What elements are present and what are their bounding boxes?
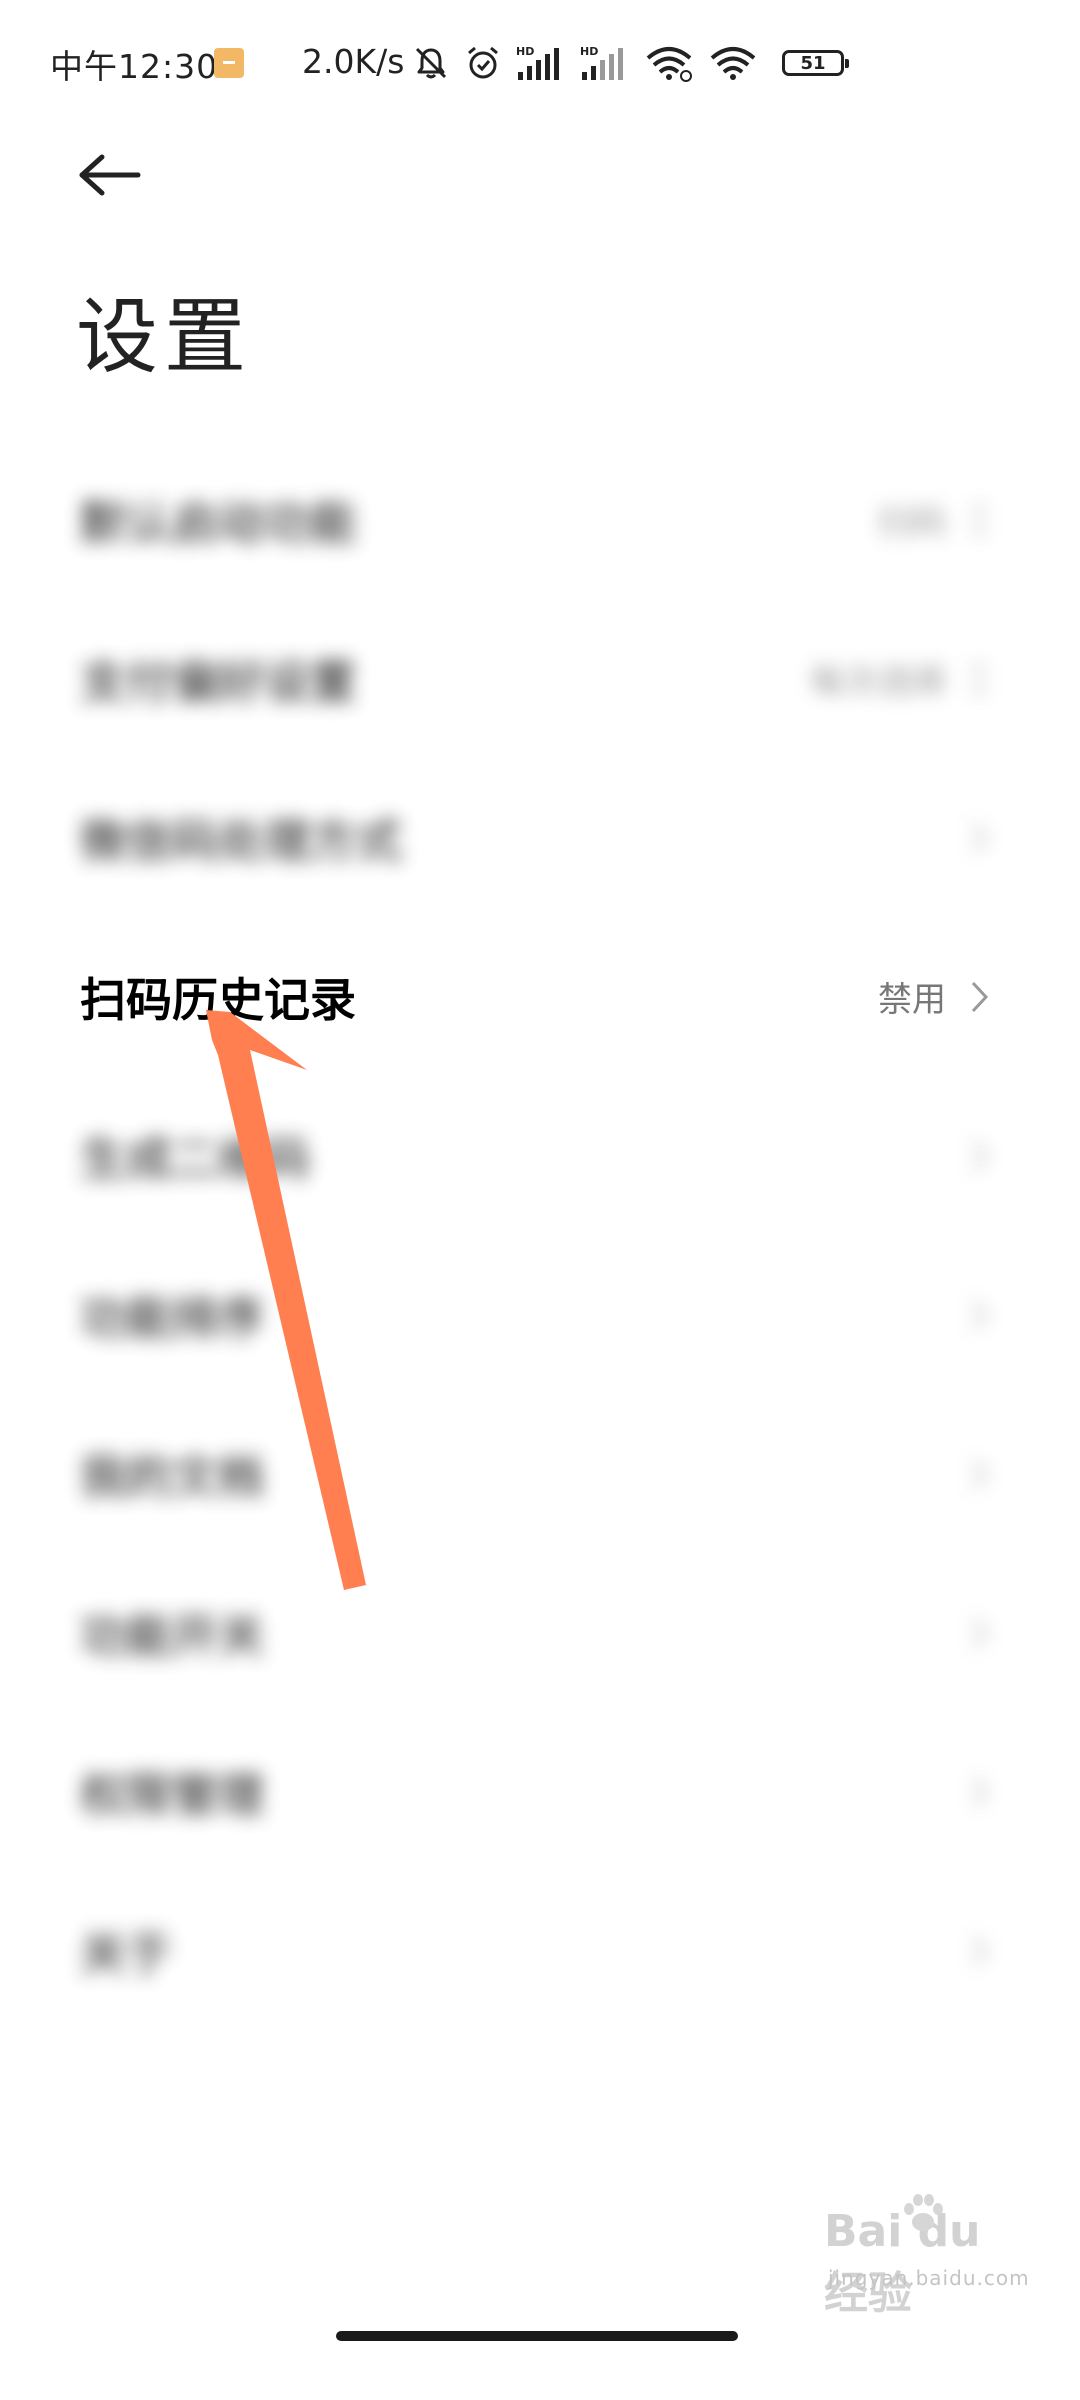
paw-icon (904, 2194, 943, 2231)
signal-hd-icon: HD (580, 45, 623, 80)
page-title: 设置 (76, 290, 253, 385)
setting-label: 我的文档 (80, 1449, 264, 1504)
setting-feature-switch[interactable]: 功能开关 (0, 1553, 1080, 1712)
chevron-right-icon (971, 822, 989, 853)
watermark: Bai du 经验 jingyan.baidu.com (812, 2192, 1032, 2319)
wifi-icon (646, 47, 692, 82)
notification-icon (214, 48, 244, 78)
setting-value: 每次选择 (810, 662, 946, 702)
svg-text:HD: HD (516, 45, 534, 58)
chevron-right-icon (971, 981, 989, 1012)
network-speed: 2.0K/s (302, 42, 405, 81)
chevron-right-icon (971, 1617, 989, 1648)
battery-level: 51 (800, 52, 826, 74)
chevron-right-icon (971, 1935, 989, 1966)
battery-icon: 51 (782, 50, 849, 76)
setting-about[interactable]: 关于 (0, 1871, 1080, 2030)
setting-label: 支付偏好设置 (80, 654, 356, 709)
setting-label: 功能排序 (80, 1290, 264, 1345)
setting-value: 扫码 (878, 503, 946, 543)
svg-text:HD: HD (580, 45, 598, 58)
watermark-url: jingyan.baidu.com (828, 2266, 1030, 2290)
setting-value: 禁用 (878, 980, 946, 1020)
setting-label: 扫码历史记录 (80, 972, 356, 1027)
setting-scan-history[interactable]: 扫码历史记录 禁用 (0, 917, 1080, 1076)
back-arrow-icon (79, 154, 141, 196)
setting-permissions[interactable]: 权限管理 (0, 1712, 1080, 1871)
chevron-right-icon (971, 1458, 989, 1489)
expand-icon (970, 503, 988, 536)
setting-wechat-code[interactable]: 微信码处理方式 (0, 758, 1080, 917)
chevron-right-icon (971, 1776, 989, 1807)
home-indicator[interactable] (336, 2331, 738, 2341)
chevron-right-icon (971, 1299, 989, 1330)
setting-label: 功能开关 (80, 1608, 264, 1663)
setting-label: 微信码处理方式 (80, 813, 402, 868)
status-icons: HD HD 51 (412, 38, 849, 88)
wifi-icon (710, 47, 756, 80)
setting-generate-qr[interactable]: 生成二维码 (0, 1076, 1080, 1235)
setting-my-documents[interactable]: 我的文档 (0, 1394, 1080, 1553)
setting-label: 关于 (80, 1926, 172, 1981)
setting-payment-preference[interactable]: 支付偏好设置 每次选择 (0, 599, 1080, 758)
status-time: 中午12:30 (50, 47, 219, 86)
setting-label: 生成二维码 (80, 1131, 310, 1186)
setting-feature-order[interactable]: 功能排序 (0, 1235, 1080, 1394)
chevron-right-icon (971, 1140, 989, 1171)
back-button[interactable] (72, 140, 148, 210)
setting-label: 权限管理 (80, 1767, 264, 1822)
mute-bell-icon (415, 47, 447, 79)
expand-icon (970, 662, 988, 695)
status-bar: 中午12:30 2.0K/s HD HD 51 (0, 0, 1080, 130)
setting-label: 默认启动功能 (80, 495, 356, 550)
settings-list: 默认启动功能 扫码 支付偏好设置 每次选择 微信码处理方式 扫码历史记录 禁用 … (0, 440, 1080, 2030)
alarm-icon (468, 46, 498, 79)
setting-default-launch[interactable]: 默认启动功能 扫码 (0, 440, 1080, 599)
signal-hd-icon: HD (516, 45, 559, 80)
